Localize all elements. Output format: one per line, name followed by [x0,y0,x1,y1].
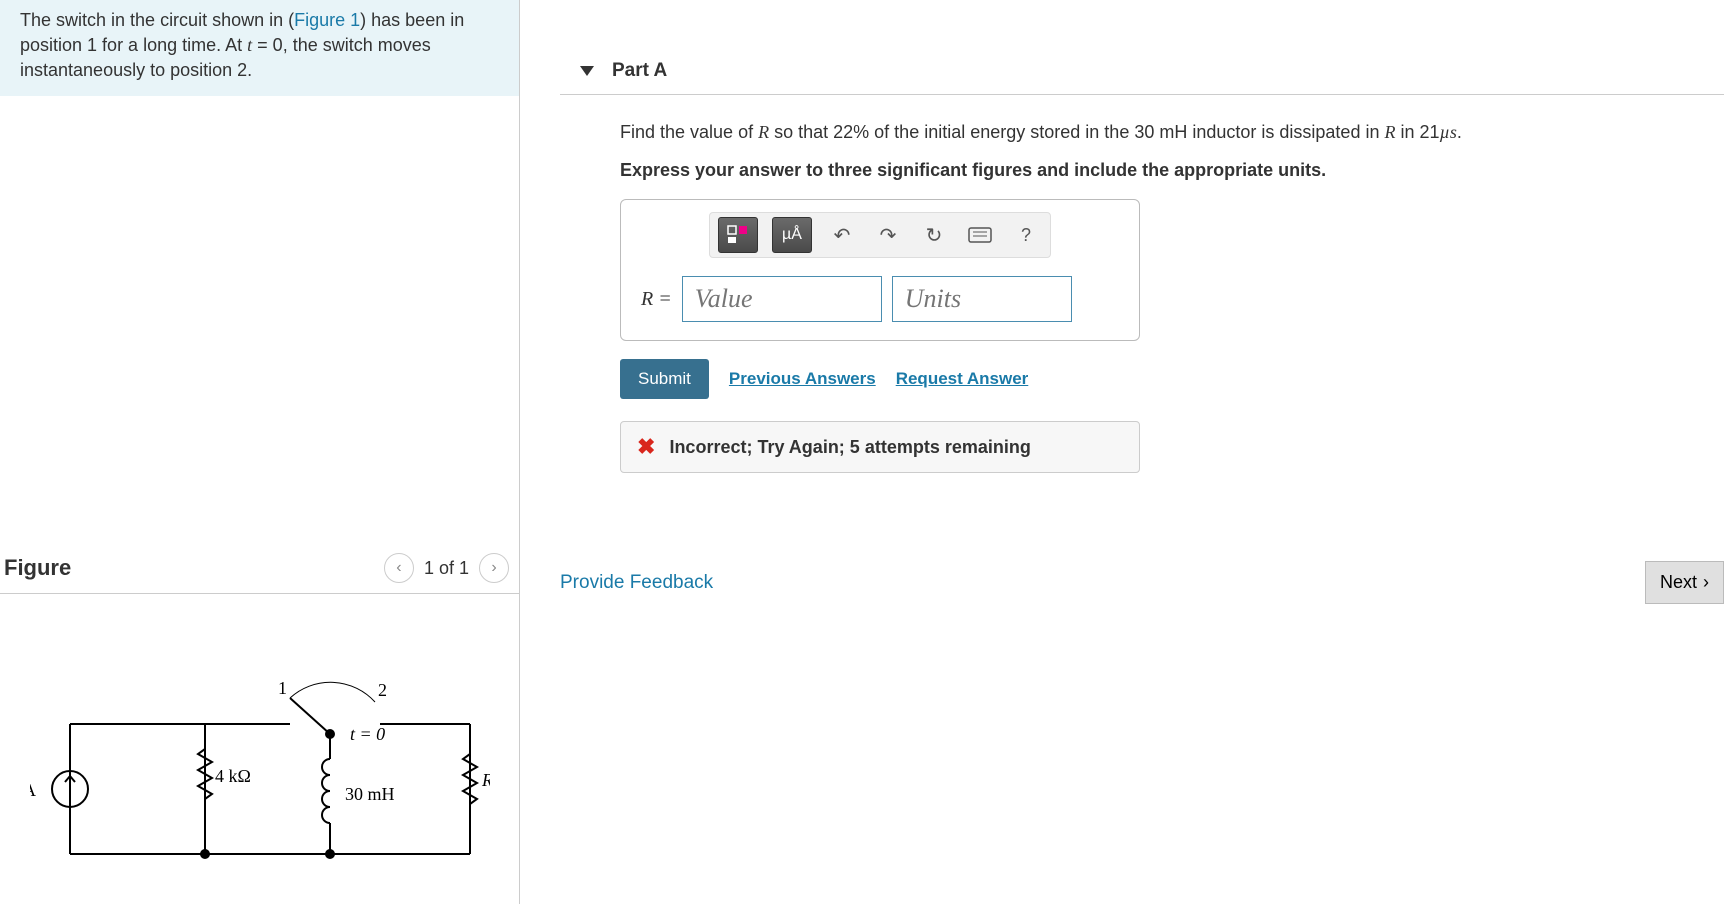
value-input[interactable] [682,276,882,322]
label-sw2: 2 [378,680,387,700]
figure-title: Figure [4,555,71,581]
figure-prev-button[interactable]: ‹ [384,553,414,583]
template-icon[interactable] [718,217,758,253]
next-label: Next [1660,572,1697,593]
question-text: Find the value of R so that 22% of the i… [620,119,1704,146]
provide-feedback-link[interactable]: Provide Feedback [560,572,713,594]
reset-icon[interactable]: ↻ [918,219,950,251]
answer-box: µÅ ↶ ↷ ↻ ? R = [620,199,1140,341]
math-eq: = 0 [252,35,283,55]
units-input[interactable] [892,276,1072,322]
figure-section: Figure ‹ 1 of 1 › [0,547,519,904]
feedback-text: Incorrect; Try Again; 5 attempts remaini… [669,437,1030,458]
answer-instruction: Express your answer to three significant… [620,160,1704,181]
units-icon[interactable]: µÅ [772,217,812,253]
label-source: 3 A [30,780,36,800]
undo-icon[interactable]: ↶ [826,219,858,251]
submit-button[interactable]: Submit [620,359,709,399]
circuit-diagram: 3 A 4 kΩ 1 2 t = 0 30 mH R [0,594,519,904]
label-t0: t = 0 [350,724,385,744]
incorrect-icon: ✖ [637,434,655,460]
label-sw1: 1 [278,678,287,698]
label-r1: 4 kΩ [215,766,251,786]
help-icon[interactable]: ? [1010,219,1042,251]
variable-label: R = [641,288,672,311]
problem-statement: The switch in the circuit shown in (Figu… [0,0,519,96]
feedback-box: ✖ Incorrect; Try Again; 5 attempts remai… [620,421,1140,473]
previous-answers-link[interactable]: Previous Answers [729,369,876,389]
redo-icon[interactable]: ↷ [872,219,904,251]
part-title: Part A [612,60,667,82]
part-header[interactable]: Part A [560,0,1724,95]
label-r2: R [481,770,490,790]
answer-toolbar: µÅ ↶ ↷ ↻ ? [709,212,1051,258]
next-button[interactable]: Next › [1645,561,1724,604]
problem-text: The switch in the circuit shown in ( [20,10,294,30]
figure-counter: 1 of 1 [424,558,469,579]
label-ind: 30 mH [345,784,395,804]
collapse-icon [580,66,594,76]
chevron-right-icon: › [1703,572,1709,593]
keyboard-icon[interactable] [964,219,996,251]
figure-link[interactable]: Figure 1 [294,10,360,30]
request-answer-link[interactable]: Request Answer [896,369,1029,389]
figure-next-button[interactable]: › [479,553,509,583]
